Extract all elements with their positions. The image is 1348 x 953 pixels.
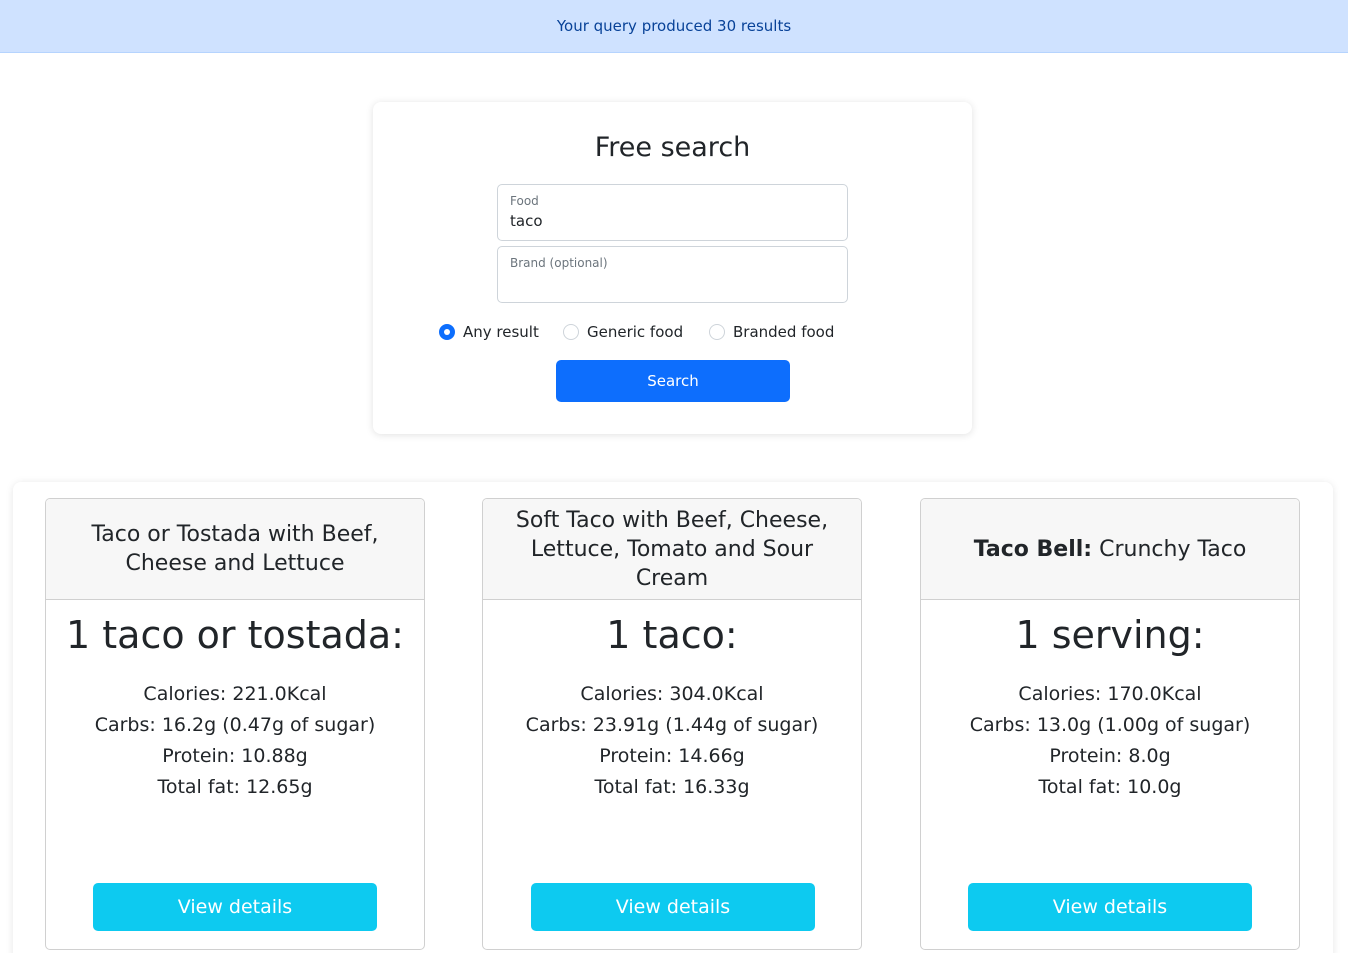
protein: Protein: 10.88g xyxy=(162,745,308,767)
radio-indicator-icon[interactable] xyxy=(709,324,725,340)
food-field-value[interactable]: taco xyxy=(510,212,543,230)
food-field-label: Food xyxy=(510,194,539,208)
total-fat: Total fat: 16.33g xyxy=(594,776,750,798)
serving-size: 1 taco or tostada: xyxy=(66,613,404,657)
calories: Calories: 304.0Kcal xyxy=(580,683,764,705)
view-details-button[interactable]: View details xyxy=(93,883,377,931)
food-title: Taco or Tostada with Beef, Cheese and Le… xyxy=(46,499,424,600)
food-name: Crunchy Taco xyxy=(1099,536,1247,562)
search-title: Free search xyxy=(594,132,751,163)
radio-any-result[interactable]: Any result xyxy=(439,321,539,343)
radio-label: Generic food xyxy=(587,323,684,341)
results-count-alert: Your query produced 30 results xyxy=(0,0,1348,53)
radio-generic-food[interactable]: Generic food xyxy=(563,321,683,343)
result-type-radio-group: Any result Generic food Branded food xyxy=(439,321,859,343)
radio-label: Any result xyxy=(463,323,539,341)
calories: Calories: 170.0Kcal xyxy=(1018,683,1202,705)
serving-size: 1 taco: xyxy=(606,613,738,657)
radio-branded-food[interactable]: Branded food xyxy=(709,321,834,343)
search-form-card: Free search Food taco Brand (optional) A… xyxy=(373,102,972,434)
calories: Calories: 221.0Kcal xyxy=(143,683,327,705)
food-result-card: Taco or Tostada with Beef, Cheese and Le… xyxy=(45,498,425,950)
carbs: Carbs: 13.0g (1.00g of sugar) xyxy=(969,714,1251,736)
food-title: Soft Taco with Beef, Cheese, Lettuce, To… xyxy=(483,499,861,600)
food-name: Taco or Tostada with Beef, Cheese and Le… xyxy=(91,522,379,576)
radio-indicator-icon[interactable] xyxy=(563,324,579,340)
food-brand: Taco Bell: xyxy=(973,536,1093,562)
results-count-text: Your query produced 30 results xyxy=(556,17,792,35)
search-button[interactable]: Search xyxy=(556,360,790,402)
food-title: Taco Bell: Crunchy Taco xyxy=(921,499,1299,600)
carbs: Carbs: 23.91g (1.44g of sugar) xyxy=(525,714,819,736)
food-name: Soft Taco with Beef, Cheese, Lettuce, To… xyxy=(515,507,829,591)
food-result-card: Soft Taco with Beef, Cheese, Lettuce, To… xyxy=(482,498,862,950)
carbs: Carbs: 16.2g (0.47g of sugar) xyxy=(94,714,376,736)
total-fat: Total fat: 12.65g xyxy=(157,776,313,798)
view-details-button[interactable]: View details xyxy=(531,883,815,931)
food-result-card: Taco Bell: Crunchy Taco 1 serving: Calor… xyxy=(920,498,1300,950)
brand-field[interactable]: Brand (optional) xyxy=(497,246,848,303)
radio-indicator-icon[interactable] xyxy=(439,324,455,340)
food-field[interactable]: Food taco xyxy=(497,184,848,241)
radio-label: Branded food xyxy=(733,323,835,341)
view-details-button[interactable]: View details xyxy=(968,883,1252,931)
serving-size: 1 serving: xyxy=(1015,613,1205,657)
protein: Protein: 14.66g xyxy=(599,745,745,767)
brand-field-label: Brand (optional) xyxy=(510,256,608,270)
total-fat: Total fat: 10.0g xyxy=(1038,776,1182,798)
protein: Protein: 8.0g xyxy=(1049,745,1171,767)
